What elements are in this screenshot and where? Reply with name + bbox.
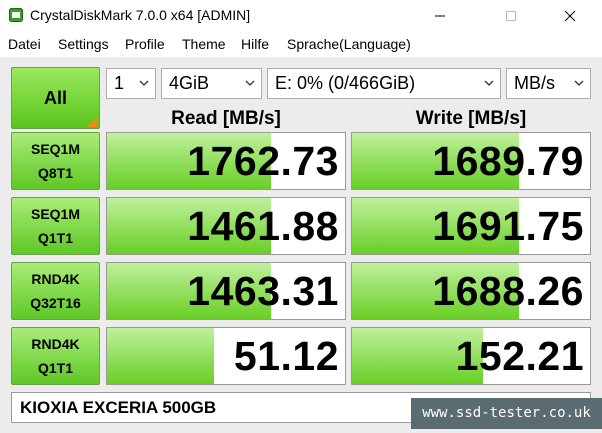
write-result: 1688.26 <box>351 262 591 320</box>
close-icon <box>564 10 576 22</box>
test-line1: SEQ1M <box>30 206 80 222</box>
menu-hilfe[interactable]: Hilfe <box>241 36 269 52</box>
chevron-down-icon <box>484 80 494 86</box>
write-result: 1689.79 <box>351 132 591 190</box>
menu-datei[interactable]: Datei <box>8 36 41 52</box>
corner-marker <box>87 116 98 127</box>
write-result-value: 1689.79 <box>432 138 584 184</box>
read-result-value: 1762.73 <box>187 138 339 184</box>
app-icon <box>9 8 23 22</box>
test-button-rnd4k-q32t16[interactable]: RND4K Q32T16 <box>11 262 100 320</box>
menu-theme[interactable]: Theme <box>182 36 226 52</box>
test-size-select[interactable]: 4GiB <box>161 68 262 99</box>
maximize-button[interactable] <box>488 0 534 32</box>
chevron-down-icon <box>574 80 584 86</box>
read-result-value: 51.12 <box>233 333 339 379</box>
window-title: CrystalDiskMark 7.0.0 x64 [ADMIN] <box>30 7 251 23</box>
menu-language[interactable]: Sprache(Language) <box>287 36 411 52</box>
read-result: 1463.31 <box>106 262 346 320</box>
test-count-value: 1 <box>114 73 125 93</box>
unit-value: MB/s <box>514 73 556 93</box>
test-button-rnd4k-q1t1[interactable]: RND4K Q1T1 <box>11 327 100 385</box>
write-result-value: 1691.75 <box>432 203 584 249</box>
close-button[interactable] <box>547 0 593 32</box>
unit-select[interactable]: MB/s <box>506 68 591 99</box>
read-result: 1461.88 <box>106 197 346 255</box>
test-line2: Q1T1 <box>37 230 73 246</box>
chevron-down-icon <box>245 80 255 86</box>
read-result-bar <box>107 328 215 384</box>
menu-profile[interactable]: Profile <box>125 36 165 52</box>
test-line1: RND4K <box>31 271 80 287</box>
test-count-select[interactable]: 1 <box>106 68 156 99</box>
minimize-icon <box>435 15 445 17</box>
test-line2: Q8T1 <box>37 165 73 181</box>
test-line2: Q1T1 <box>37 360 73 376</box>
menu-bar: Datei Settings Profile Theme Hilfe Sprac… <box>0 32 602 58</box>
run-all-label: All <box>43 87 67 108</box>
comment-text: KIOXIA EXCERIA 500GB <box>20 398 217 417</box>
read-column-header: Read [MB/s] <box>171 108 281 129</box>
test-button-seq1m-q8t1[interactable]: SEQ1M Q8T1 <box>11 132 100 190</box>
test-line1: SEQ1M <box>30 141 80 157</box>
maximize-icon <box>506 11 516 21</box>
test-line1: RND4K <box>31 336 80 352</box>
minimize-button[interactable] <box>417 0 463 32</box>
read-result: 51.12 <box>106 327 346 385</box>
drive-select[interactable]: E: 0% (0/466GiB) <box>267 68 501 99</box>
title-bar: CrystalDiskMark 7.0.0 x64 [ADMIN] <box>0 0 602 32</box>
write-result-value: 152.21 <box>455 333 584 379</box>
watermark: www.ssd-tester.co.uk <box>411 398 602 429</box>
write-result: 1691.75 <box>351 197 591 255</box>
read-result-value: 1461.88 <box>187 203 339 249</box>
test-size-value: 4GiB <box>169 73 210 93</box>
write-column-header: Write [MB/s] <box>415 108 527 129</box>
write-result: 152.21 <box>351 327 591 385</box>
run-all-button[interactable]: All <box>11 67 100 129</box>
read-result: 1762.73 <box>106 132 346 190</box>
test-line2: Q32T16 <box>30 295 81 311</box>
write-result-value: 1688.26 <box>432 268 584 314</box>
test-button-seq1m-q1t1[interactable]: SEQ1M Q1T1 <box>11 197 100 255</box>
menu-settings[interactable]: Settings <box>58 36 109 52</box>
read-result-value: 1463.31 <box>187 268 339 314</box>
drive-value: E: 0% (0/466GiB) <box>275 73 416 93</box>
chevron-down-icon <box>139 80 149 86</box>
